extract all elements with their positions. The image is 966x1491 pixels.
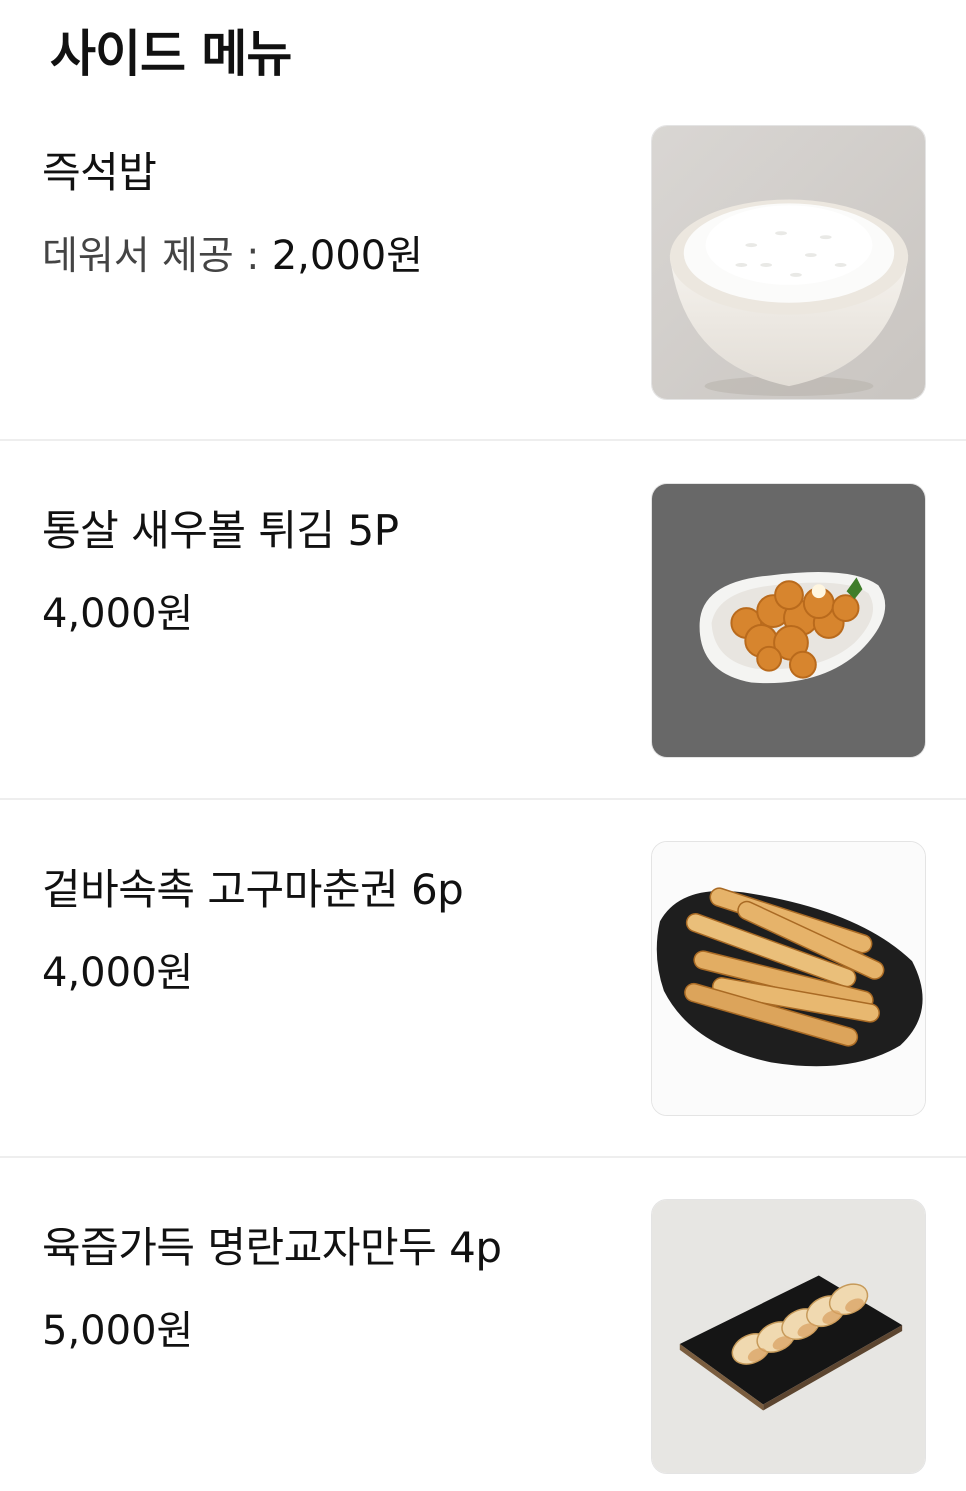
item-price: 5,000원 [42,1298,193,1356]
item-price: 4,000원 [42,940,193,998]
menu-item-shrimp-balls[interactable]: 통살 새우볼 튀김 5P 4,000원 [0,441,966,800]
price-amount: 2,000원 [271,233,424,279]
item-name: 통살 새우볼 튀김 5P [42,506,399,555]
item-name: 즉석밥 [42,148,157,197]
item-name: 겉바속촉 고구마춘권 6p [42,865,464,914]
menu-item-spring-rolls[interactable]: 겉바속촉 고구마춘권 6p 4,000원 [0,800,966,1158]
shrimp-balls-image[interactable] [651,483,926,758]
item-price: 데워서 제공 : 2,000원 [42,223,423,281]
rice-bowl-image[interactable] [651,125,926,400]
item-price: 4,000원 [42,581,193,639]
menu-item-rice[interactable]: 즉석밥 데워서 제공 : 2,000원 [0,125,966,441]
item-name: 육즙가득 명란교자만두 4p [42,1223,502,1272]
price-amount: 4,000원 [42,950,194,996]
price-amount: 5,000원 [42,1308,194,1354]
menu-item-dumplings[interactable]: 육즙가득 명란교자만두 4p 5,000원 [0,1158,966,1491]
section-title: 사이드 메뉴 [50,25,292,83]
spring-rolls-image[interactable] [651,841,926,1116]
price-amount: 4,000원 [42,591,194,637]
dumplings-image[interactable] [651,1199,926,1474]
price-prefix: 데워서 제공 : [42,234,272,279]
